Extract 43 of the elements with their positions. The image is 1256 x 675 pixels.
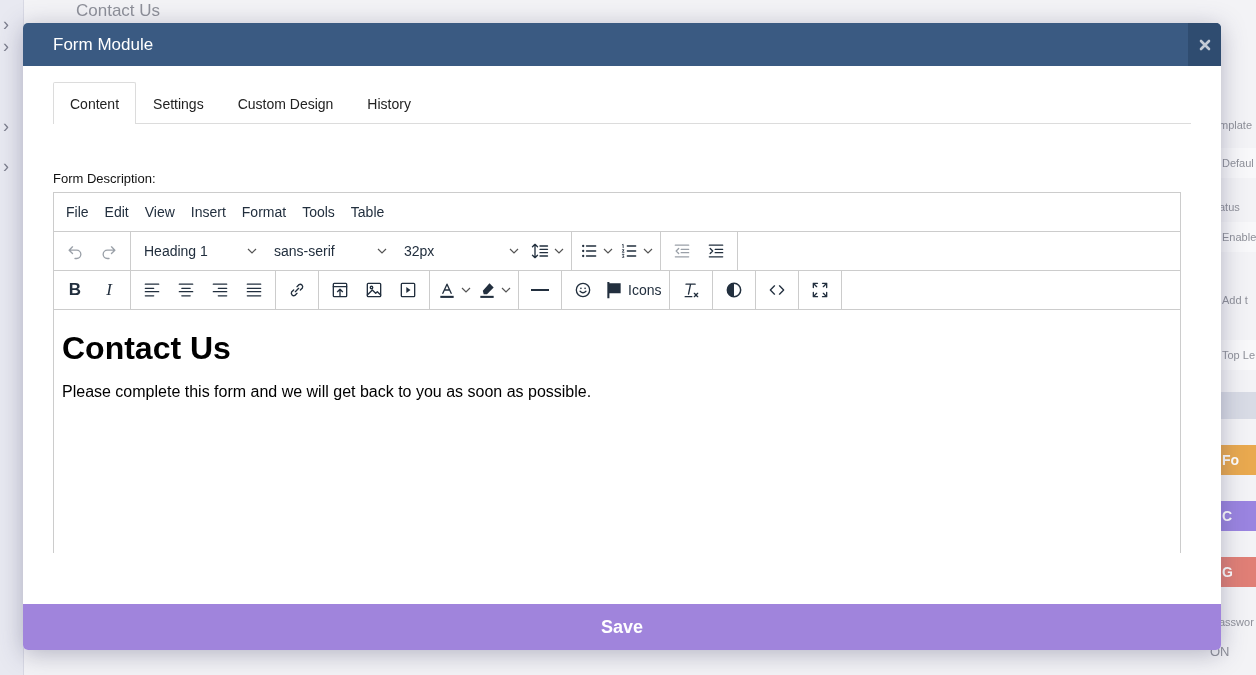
field-label: Form Description:	[53, 171, 157, 186]
caret-icon	[509, 246, 519, 256]
numbered-list-icon	[619, 241, 639, 261]
dropdown-select[interactable]: sans-serif	[265, 234, 395, 268]
page-title: Contact Us	[76, 1, 161, 21]
caret-icon	[377, 246, 387, 256]
caret-icon	[643, 246, 653, 256]
dropdown-select[interactable]: 32px	[395, 234, 527, 268]
caret-icon	[603, 246, 613, 256]
tab[interactable]: Custom Design	[220, 82, 351, 124]
editor-content-area[interactable]: Contact Us Please complete this form and we will get back to you as soon as possible.	[54, 310, 1180, 553]
content-heading: Contact Us	[62, 330, 232, 367]
menu-item[interactable]: Insert	[182, 197, 234, 227]
field-label: asswor	[1218, 615, 1254, 630]
caret-icon	[247, 246, 257, 256]
dropdown-select[interactable]: Heading 1	[135, 234, 265, 268]
close-button[interactable]	[1188, 23, 1221, 66]
menu-item[interactable]: Tools	[294, 197, 343, 227]
caret-icon	[501, 285, 511, 295]
image-icon	[364, 280, 384, 300]
menu-item[interactable]: Edit	[96, 197, 137, 227]
tab[interactable]: Content	[53, 82, 137, 124]
toolbar-button[interactable]: I	[92, 273, 126, 307]
line-height-icon	[530, 241, 550, 261]
tab[interactable]: History	[350, 82, 428, 124]
menu-item[interactable]: View	[136, 197, 183, 227]
toolbar-button[interactable]: B	[58, 273, 92, 307]
menu-item[interactable]: Table	[342, 197, 393, 227]
menu-item[interactable]: Format	[233, 197, 295, 227]
upload-icon	[330, 280, 350, 300]
video-icon	[398, 280, 418, 300]
caret-icon	[554, 246, 564, 256]
content-paragraph: Please complete this form and we will get back to you as soon as possible.	[62, 383, 593, 401]
close-icon	[1198, 38, 1211, 51]
modal-title: Form Module	[52, 34, 154, 55]
menu-item[interactable]: File	[58, 197, 97, 227]
highlighter-icon	[477, 280, 497, 300]
horizontal-line-icon	[531, 289, 549, 291]
toolbar-button[interactable]: Icons	[600, 273, 666, 307]
tab[interactable]: Settings	[136, 82, 221, 124]
caret-icon	[461, 285, 471, 295]
flag-icon	[604, 280, 624, 300]
smiley-icon	[573, 280, 593, 300]
